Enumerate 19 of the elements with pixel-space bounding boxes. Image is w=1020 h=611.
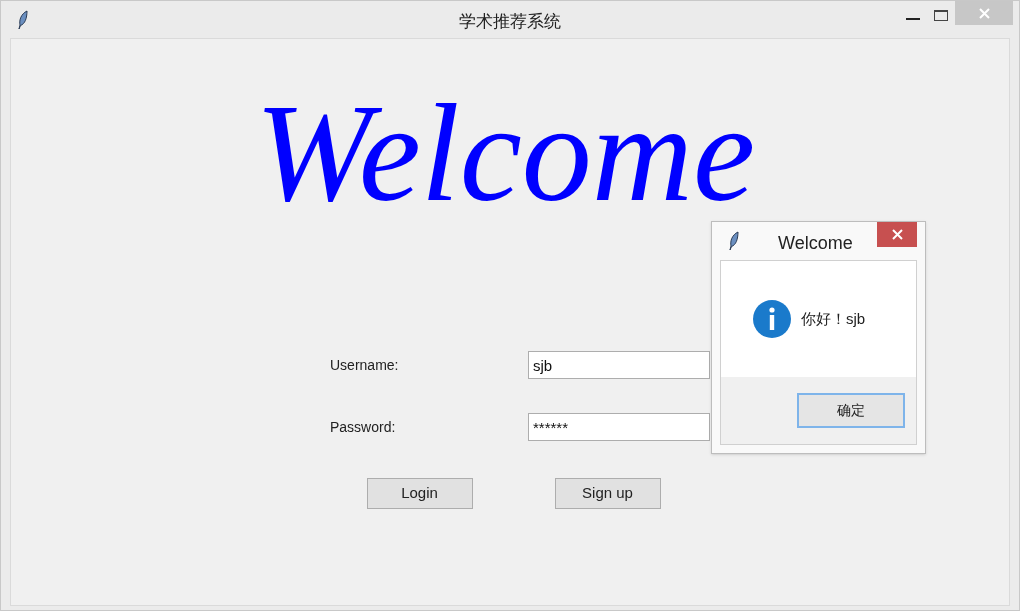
input-field[interactable]: ****** [528, 413, 710, 441]
field-label: Password: [330, 417, 396, 437]
welcome-title: Welcome [254, 87, 756, 219]
minimize-icon [906, 18, 920, 20]
form-button[interactable]: Login [366, 478, 473, 509]
field-label: Username: [330, 355, 399, 375]
close-button[interactable] [877, 222, 917, 247]
close-icon [978, 7, 990, 19]
ok-button[interactable]: 确定 [797, 393, 905, 428]
feather-icon [728, 231, 740, 251]
dialog-message: 你好！sjb [801, 308, 866, 329]
info-icon [753, 300, 791, 338]
form-button[interactable]: Sign up [554, 478, 661, 509]
window-title: 学术推荐系统 [459, 11, 561, 33]
feather-icon [17, 9, 29, 30]
input-field[interactable]: sjb [528, 351, 710, 379]
maximize-icon [934, 9, 948, 21]
close-icon [891, 229, 903, 240]
dialog-title: Welcome [778, 232, 853, 255]
